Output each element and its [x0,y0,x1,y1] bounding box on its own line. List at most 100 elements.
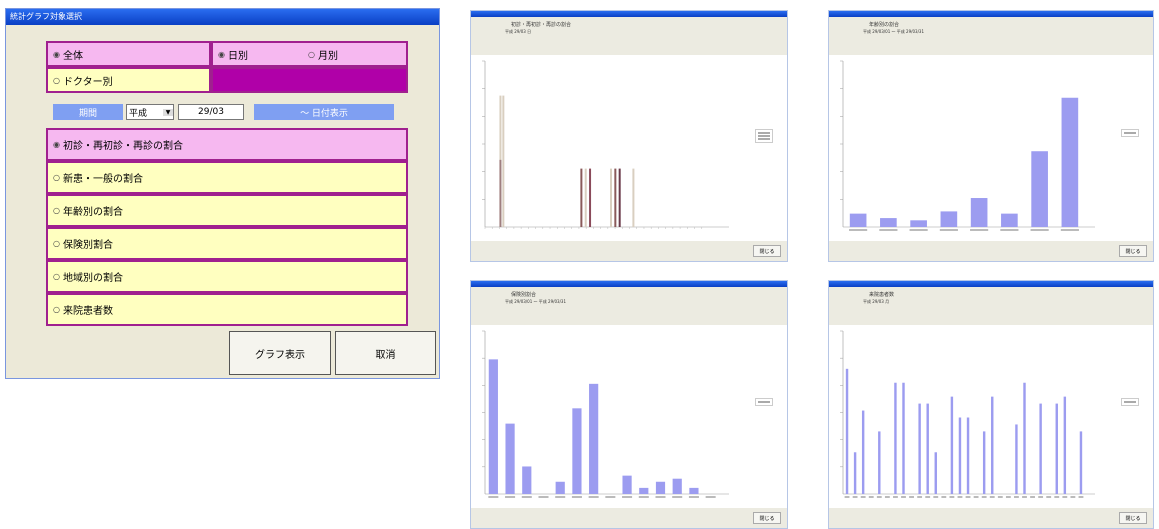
x-tick-label [970,229,989,231]
chart-svg [482,60,729,229]
option-label: 保険別割合 [62,240,113,251]
option-3[interactable]: ○ 年齢別の割合 [46,194,408,227]
x-tick-label [1038,496,1044,498]
bar [1039,403,1042,494]
bar [488,359,498,494]
x-tick-label [1030,229,1049,231]
radio-daily-icon[interactable]: ◉ [218,50,225,59]
x-tick-label [1030,496,1035,498]
x-tick-label [973,496,979,498]
chart-footer: 閉じる [471,241,787,261]
option-1[interactable]: ◉ 初診・再初診・再診の割合 [46,128,408,161]
bar [1055,403,1058,494]
bar [940,211,958,227]
x-tick-label [688,496,699,498]
bar [610,168,613,227]
chart-plot [471,325,787,508]
cancel-button[interactable]: 取消 [335,331,436,375]
bar [910,220,927,227]
x-tick-label [571,496,582,498]
chevron-down-icon[interactable]: ▼ [163,108,173,116]
graph-display-button[interactable]: グラフ表示 [229,331,331,375]
radio-whole[interactable]: ◉ 全体 [46,41,211,67]
monthly-label[interactable]: 月別 [318,47,338,62]
radio-monthly-icon[interactable]: ○ [308,50,315,59]
x-tick-label [849,229,868,231]
x-tick-label [893,496,898,498]
bar [1023,382,1026,494]
radio-doctor[interactable]: ○ ドクター別 [46,67,211,93]
legend-entry [758,401,770,404]
legend-entry [758,138,770,141]
bar [589,383,599,494]
option-label: 来院患者数 [62,306,113,317]
bar [902,382,905,494]
bar [584,168,587,227]
bar [655,481,666,494]
x-tick-label [538,496,549,498]
x-tick-label [1014,496,1019,498]
bar [926,403,929,494]
bar [505,423,515,494]
bar [849,213,867,227]
x-tick-label [505,496,516,498]
radio-option-icon: ○ [53,206,60,215]
bar [966,417,970,494]
x-tick-label [844,496,850,498]
option-2[interactable]: ○ 新患・一般の割合 [46,161,408,194]
daily-label[interactable]: 日別 [228,47,248,62]
x-tick-label [957,496,963,498]
x-tick-label [1046,496,1052,498]
bar [918,403,921,494]
close-button[interactable]: 閉じる [753,512,781,524]
chart-title: 年齢別の割合 [869,22,900,28]
chart-title: 初診・再初診・再診の割合 [511,22,572,28]
date-display-label: 〜 日付表示 [254,104,394,120]
period-label: 期間 [53,104,123,120]
chart-legend [1121,398,1139,407]
x-tick-label [655,496,666,498]
bar [880,218,897,227]
chart-subtitle: 平成 29/03 日 [505,29,532,34]
era-select[interactable]: 平成 ▼ [126,104,174,120]
bar [1001,213,1018,227]
bar [1015,424,1018,494]
doctor-label: ドクター別 [62,76,113,88]
x-tick-label [1078,496,1084,498]
radio-option-icon: ○ [53,305,60,314]
chart-legend [755,129,773,144]
chart-window-patient-count: 来院患者数 平成 29/03 月閉じる [828,280,1154,529]
era-value: 平成 [129,108,148,119]
chart-header: 初診・再初診・再診の割合 平成 29/03 日 [471,17,787,55]
x-tick-label [981,496,987,498]
bar [618,168,621,227]
chart-svg [840,330,1095,498]
option-4[interactable]: ○ 保険別割合 [46,227,408,260]
dialog-title: 統計グラフ対象選択 [6,9,439,25]
chart-plot [471,55,787,241]
chart-subtitle: 平成 29/03 月 [863,299,890,304]
option-label: 新患・一般の割合 [62,174,143,185]
x-tick-label [860,496,866,498]
close-button[interactable]: 閉じる [1119,245,1147,257]
legend-entry [758,132,770,135]
chart-svg [482,330,729,498]
x-tick-label [1054,496,1060,498]
chart-footer: 閉じる [829,508,1153,528]
option-5[interactable]: ○ 地域別の割合 [46,260,408,293]
x-tick-label [1000,229,1019,231]
close-button[interactable]: 閉じる [1119,512,1147,524]
x-tick-label [909,496,914,498]
bar [845,368,849,494]
date-input[interactable]: 29/03 [178,104,244,120]
bar [958,417,962,494]
graph-select-dialog: 統計グラフ対象選択 ◉ 全体 ◉ 日別 ○ 月別 ○ ドクター別 期間 平成 ▼ 29/… [5,8,440,379]
chart-plot [829,325,1153,508]
x-tick-label [588,496,599,498]
option-6[interactable]: ○ 来院患者数 [46,293,408,326]
close-button[interactable]: 閉じる [753,245,781,257]
bar [580,168,583,227]
chart-subtitle: 平成 29/03/01 〜 平成 29/03/31 [863,29,925,34]
bar [672,478,682,494]
chart-legend [755,398,773,407]
